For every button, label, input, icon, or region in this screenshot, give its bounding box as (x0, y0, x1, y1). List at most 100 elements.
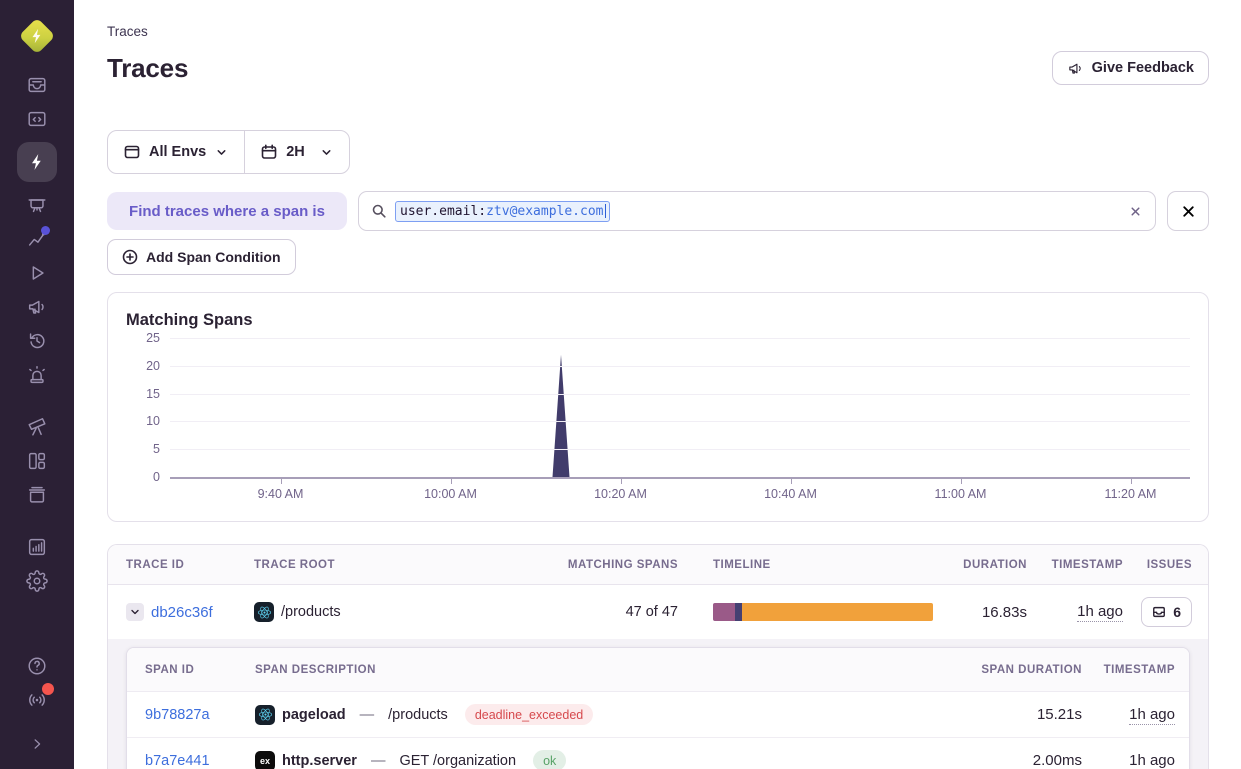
siren-icon (26, 364, 48, 386)
question-circle-icon (26, 655, 48, 677)
projector-icon (26, 194, 48, 216)
notification-dot-blue (41, 226, 50, 235)
add-span-condition-button[interactable]: Add Span Condition (107, 239, 296, 275)
expanded-trace-zone: SPAN ID SPAN DESCRIPTION SPAN DURATION T… (108, 639, 1208, 769)
chevron-down-icon (215, 146, 228, 159)
page-title: Traces (107, 53, 188, 84)
span-search-input[interactable]: user.email:ztv@example.com (358, 191, 1156, 231)
col-trace-root: TRACE ROOT (254, 559, 563, 571)
x-tick-label: 10:40 AM (764, 487, 817, 501)
traces-table: TRACE ID TRACE ROOT MATCHING SPANS TIMEL… (107, 544, 1209, 769)
trace-id-link[interactable]: db26c36f (151, 604, 213, 621)
window-icon (124, 144, 140, 160)
main-content: Traces Traces Give Feedback All Envs 2H (74, 0, 1241, 769)
history-clock-icon (26, 330, 48, 352)
y-tick-label: 10 (146, 414, 160, 428)
search-filter-token[interactable]: user.email:ztv@example.com (395, 201, 610, 222)
trace-timeline-bar (713, 603, 933, 621)
span-duration: 2.00ms (1033, 752, 1082, 769)
react-platform-icon (254, 602, 274, 622)
close-icon (1180, 203, 1197, 220)
sidebar-item-stats[interactable] (0, 530, 74, 564)
sidebar-item-insights[interactable] (0, 188, 74, 222)
sidebar-item-issues[interactable] (0, 68, 74, 102)
sidebar-item-dashboards[interactable] (0, 444, 74, 478)
matching-spans-chart-card: Matching Spans 0510152025 9:40 AM10:00 A… (107, 292, 1209, 522)
x-tick-label: 11:00 AM (935, 487, 987, 501)
remove-condition-button[interactable] (1167, 191, 1209, 231)
collapse-trace-button[interactable] (126, 603, 144, 621)
give-feedback-button[interactable]: Give Feedback (1052, 51, 1209, 85)
sidebar-item-releases[interactable] (0, 324, 74, 358)
environment-filter[interactable]: All Envs (108, 144, 244, 160)
breadcrumb[interactable]: Traces (107, 0, 1209, 39)
matching-spans-count: 47 of 47 (626, 604, 678, 620)
bar-chart-icon (26, 536, 48, 558)
sidebar-item-whats-new[interactable] (0, 683, 74, 717)
span-row: b7a7e441 ex http.server — GET /organizat… (127, 738, 1189, 769)
sidebar-item-discover[interactable] (0, 410, 74, 444)
col-span-duration: SPAN DURATION (981, 664, 1082, 676)
sidebar-item-alerts[interactable] (0, 358, 74, 392)
text-cursor (605, 204, 607, 218)
col-duration: DURATION (963, 559, 1027, 571)
calendar-icon (261, 144, 277, 160)
x-tick-label: 10:20 AM (594, 487, 647, 501)
trace-issues-button[interactable]: 6 (1141, 597, 1192, 627)
x-tick-label: 10:00 AM (424, 487, 477, 501)
lightning-icon (27, 152, 47, 172)
span-timestamp: 1h ago (1129, 752, 1175, 769)
clear-search-button[interactable] (1128, 204, 1143, 219)
token-key: user.email: (400, 204, 486, 219)
sidebar-collapse-toggle[interactable] (0, 727, 74, 761)
telescope-icon (26, 416, 48, 438)
inbox-tray-icon (26, 74, 48, 96)
chart-x-axis: 9:40 AM10:00 AM10:20 AM10:40 AM11:00 AM1… (170, 479, 1190, 509)
sidebar-item-settings[interactable] (0, 564, 74, 598)
chart-plot-area (170, 338, 1190, 479)
sidebar-item-metrics[interactable] (0, 222, 74, 256)
archive-box-icon (26, 484, 48, 506)
chevron-right-icon (28, 735, 46, 753)
sidebar-item-help[interactable] (0, 649, 74, 683)
sidebar-item-explore[interactable] (0, 102, 74, 136)
sidebar-item-replays[interactable] (0, 256, 74, 290)
col-span-id: SPAN ID (145, 664, 255, 676)
dashboard-grid-icon (26, 450, 48, 472)
col-span-timestamp: TIMESTAMP (1104, 664, 1175, 676)
col-timeline: TIMELINE (678, 559, 943, 571)
col-issues: ISSUES (1147, 559, 1192, 571)
x-tick-label: 9:40 AM (258, 487, 304, 501)
logo-lightning-icon (28, 26, 46, 46)
play-icon (26, 262, 48, 284)
span-id-link[interactable]: b7a7e441 (145, 753, 255, 769)
span-status-badge: deadline_exceeded (465, 704, 593, 725)
trace-timestamp: 1h ago (1077, 603, 1123, 622)
sentry-logo[interactable] (17, 16, 57, 56)
time-range-filter[interactable]: 2H (245, 144, 349, 160)
close-icon (1128, 204, 1143, 219)
sidebar-item-feedback[interactable] (0, 290, 74, 324)
sidebar-item-projects[interactable] (0, 478, 74, 512)
environment-filter-label: All Envs (149, 144, 206, 160)
trace-row: db26c36f /products 47 of 47 16.83s 1h ag… (108, 585, 1208, 639)
page-filter-bar: All Envs 2H (107, 130, 350, 174)
traces-table-header: TRACE ID TRACE ROOT MATCHING SPANS TIMEL… (108, 545, 1208, 585)
gear-icon (26, 570, 48, 592)
span-duration: 15.21s (1037, 706, 1082, 723)
search-icon (371, 203, 387, 219)
span-status-badge: ok (533, 750, 566, 769)
notification-dot-red (42, 683, 54, 695)
megaphone-icon (1067, 60, 1084, 77)
separator: — (371, 753, 386, 769)
span-table: SPAN ID SPAN DESCRIPTION SPAN DURATION T… (126, 647, 1190, 769)
span-id-link[interactable]: 9b78827a (145, 707, 255, 723)
give-feedback-label: Give Feedback (1092, 60, 1194, 76)
chevron-down-icon (129, 606, 141, 618)
span-condition-label: Find traces where a span is (107, 192, 347, 230)
time-range-label: 2H (286, 144, 305, 160)
trace-root-label: /products (281, 604, 341, 620)
y-tick-label: 20 (146, 359, 160, 373)
y-tick-label: 0 (153, 470, 160, 484)
sidebar-item-traces[interactable] (17, 142, 57, 182)
